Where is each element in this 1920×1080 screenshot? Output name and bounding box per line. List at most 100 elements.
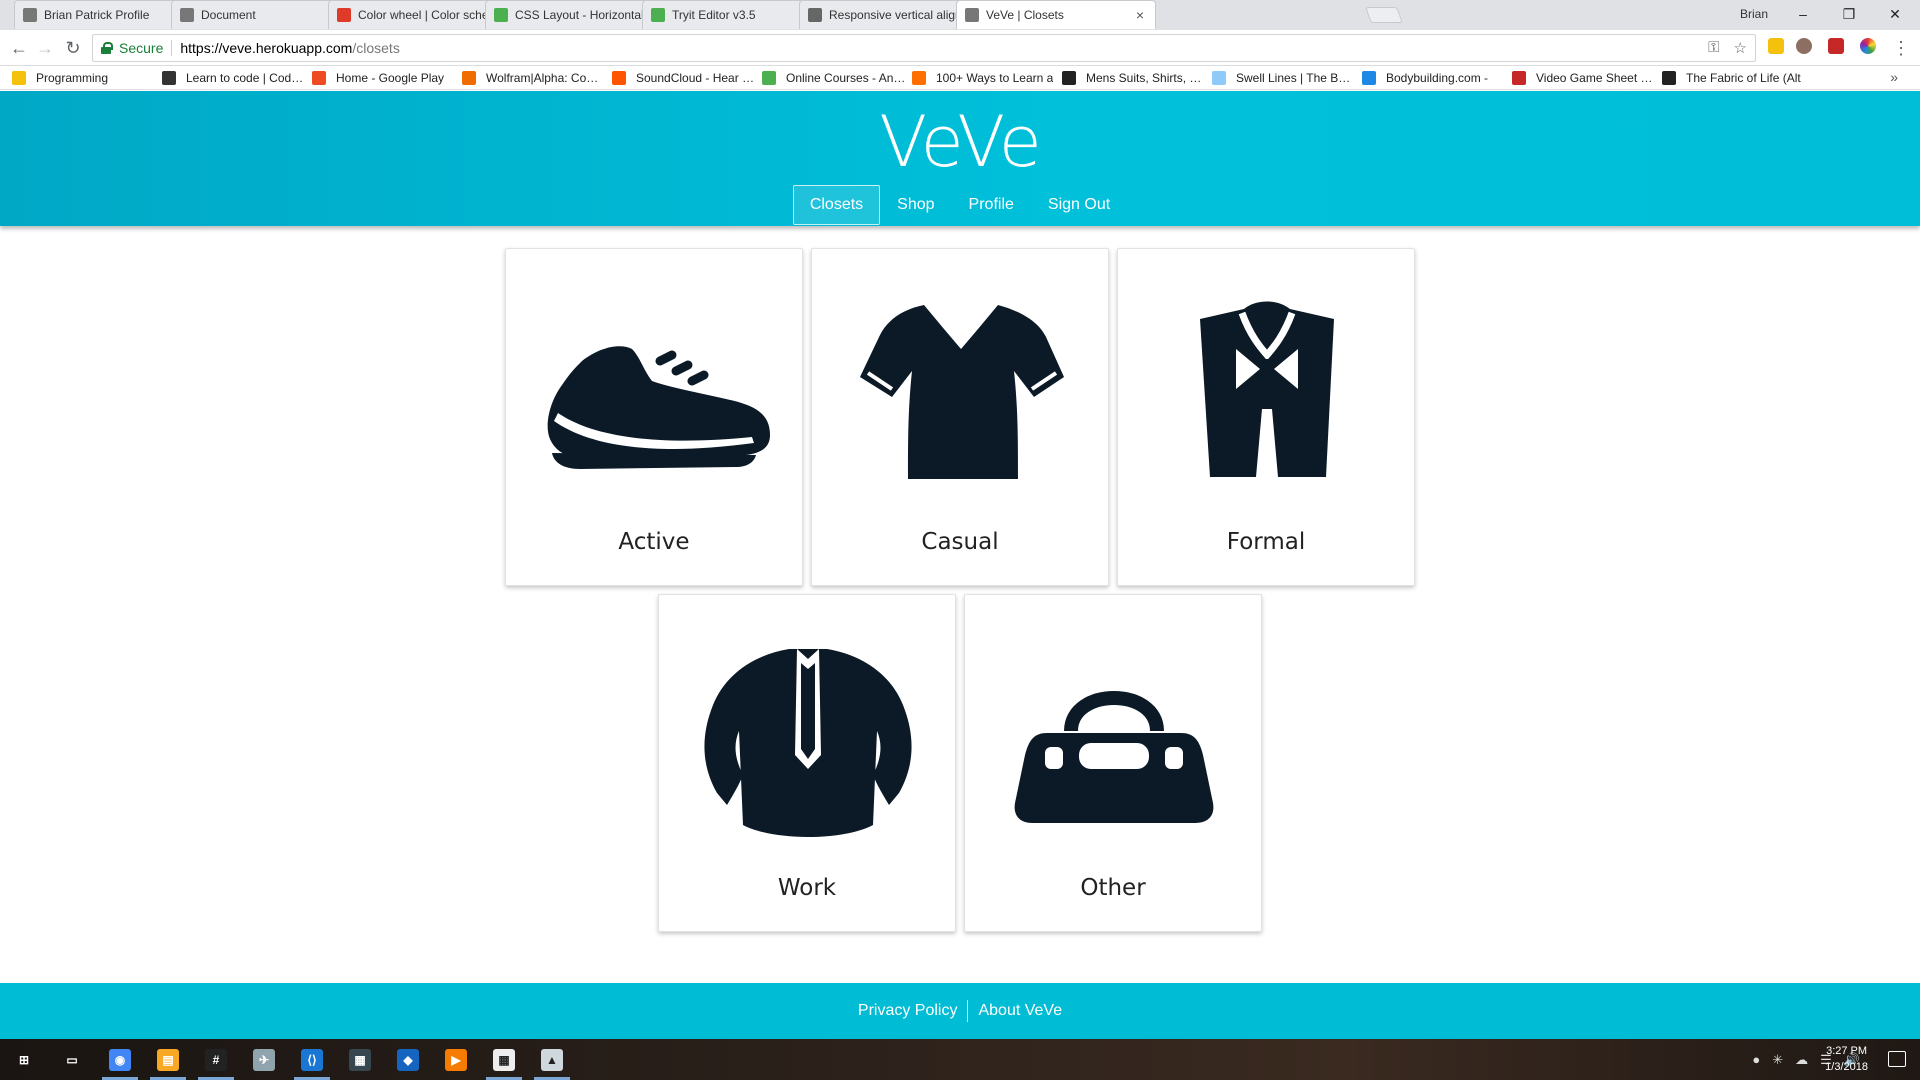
site-logo[interactable]: VeVe — [0, 101, 1920, 183]
browser-tab-strip: Brian – ❐ ✕ Brian Patrick Profile × Docume… — [0, 0, 1920, 30]
nav-sign-out[interactable]: Sign Out — [1031, 185, 1127, 225]
bookmark-item[interactable]: Programming — [12, 70, 162, 85]
close-window-button[interactable]: ✕ — [1872, 0, 1918, 28]
system-clock[interactable]: 3:27 PM 1/3/2018 — [1825, 1043, 1868, 1075]
bookmark-favicon — [162, 70, 176, 85]
tab-title: Brian Patrick Profile — [44, 8, 150, 22]
action-center-icon[interactable] — [1888, 1051, 1906, 1067]
taskbar-app[interactable]: ▤ — [144, 1039, 192, 1080]
page-icon — [180, 8, 194, 22]
closet-card-other[interactable]: Other — [964, 594, 1262, 932]
restore-button[interactable]: ❐ — [1826, 0, 1872, 28]
tray-icon[interactable]: ☁ — [1795, 1052, 1808, 1068]
nav-closets[interactable]: Closets — [792, 185, 881, 225]
tab-title: Responsive vertical align — [829, 8, 962, 22]
closet-label: Other — [1080, 875, 1146, 901]
taskbar-app[interactable]: ◆ — [384, 1039, 432, 1080]
page-icon — [23, 8, 37, 22]
tray-icon[interactable]: ● — [1752, 1052, 1760, 1067]
bookmark-item[interactable]: Online Courses - Anytime — [762, 70, 912, 85]
omnibox-divider — [171, 40, 173, 56]
ublock-icon[interactable] — [1828, 38, 1844, 54]
ssms-icon: ▦ — [349, 1048, 371, 1071]
taskbar-app[interactable]: ◉ — [96, 1039, 144, 1080]
bookmark-item[interactable]: Learn to code | Codecademy — [162, 70, 312, 85]
clock-date: 1/3/2018 — [1825, 1061, 1868, 1073]
page-icon — [965, 8, 979, 22]
reload-icon[interactable]: ↻ — [62, 37, 84, 59]
taskbar-app[interactable]: ▲ — [528, 1039, 576, 1080]
bookmark-favicon — [612, 70, 626, 85]
tab-title: Document — [201, 8, 256, 22]
nav-shop[interactable]: Shop — [880, 185, 951, 225]
taskbar-app[interactable]: ▦ — [336, 1039, 384, 1080]
back-icon[interactable]: ← — [8, 37, 30, 59]
omnibox-actions: ⚿ ☆ — [1708, 39, 1747, 57]
bookmark-item[interactable]: 100+ Ways to Learn a — [912, 70, 1062, 85]
sneaker-icon — [547, 346, 770, 469]
bookmark-item[interactable]: Video Game Sheet Music — [1512, 70, 1662, 85]
tab-title: CSS Layout - Horizontal & Vertical — [515, 8, 662, 22]
bookmark-item[interactable]: Wolfram|Alpha: Computational — [462, 70, 612, 85]
taskbar-app[interactable]: ▶ — [432, 1039, 480, 1080]
bookmark-item[interactable]: Bodybuilding.com - — [1362, 70, 1512, 85]
key-icon[interactable]: ⚿ — [1708, 39, 1719, 57]
bookmark-item[interactable]: Swell Lines | The Body — [1212, 70, 1362, 85]
bookmarks-bar: Programming Learn to code | Codecademy Hom… — [0, 66, 1920, 90]
footer-divider — [967, 1000, 969, 1022]
handbag-icon — [1014, 691, 1214, 823]
bookmark-item[interactable]: SoundCloud - Hear the world — [612, 70, 762, 85]
folder-icon — [12, 70, 26, 85]
browser-tab[interactable]: VeVe | Closets × — [956, 0, 1156, 29]
closet-card-formal[interactable]: Formal — [1117, 248, 1415, 586]
browser-toolbar: ← → ↻ Secure https://veve.herokuapp.com/… — [0, 30, 1920, 66]
lock-icon — [101, 42, 113, 54]
menu-icon[interactable]: ⋮ — [1890, 37, 1912, 59]
nav-profile[interactable]: Profile — [952, 185, 1031, 225]
close-tab-icon[interactable]: × — [1133, 7, 1147, 23]
bookmark-label: 100+ Ways to Learn a — [936, 70, 1054, 85]
color-picker-icon[interactable] — [1860, 38, 1876, 54]
privacy-policy-link[interactable]: Privacy Policy — [858, 1002, 958, 1020]
plex-icon: ▶ — [445, 1048, 467, 1071]
about-link[interactable]: About VeVe — [978, 1002, 1062, 1020]
bookmark-item[interactable]: Home - Google Play — [312, 70, 462, 85]
bookmark-item[interactable]: Mens Suits, Shirts, Pants — [1062, 70, 1212, 85]
url-text[interactable]: https://veve.herokuapp.com/closets — [180, 40, 399, 56]
closet-card-work[interactable]: Work — [658, 594, 956, 932]
taskbar-app[interactable]: ⟨⟩ — [288, 1039, 336, 1080]
new-tab-button[interactable] — [1365, 7, 1403, 23]
taskbar-app[interactable]: ▭ — [48, 1039, 96, 1080]
closet-card-casual[interactable]: Casual — [811, 248, 1109, 586]
tshirt-icon — [860, 305, 1064, 479]
minimize-button[interactable]: – — [1780, 0, 1826, 28]
tab-title: Color wheel | Color schemes — [358, 8, 505, 22]
profile-name[interactable]: Brian — [1740, 7, 1768, 21]
bookmark-favicon — [762, 70, 776, 85]
bookmarks-overflow-icon[interactable]: » — [1890, 69, 1898, 85]
taskbar-app[interactable]: ✈ — [240, 1039, 288, 1080]
star-icon[interactable]: ☆ — [1734, 39, 1747, 57]
extension-icon[interactable] — [1796, 38, 1812, 54]
bookmark-item[interactable]: The Fabric of Life (Alt — [1662, 70, 1812, 85]
bookmark-label: Bodybuilding.com - — [1386, 70, 1489, 85]
tray-icon[interactable]: ✳ — [1772, 1052, 1783, 1068]
site-footer: Privacy Policy About VeVe — [0, 983, 1920, 1039]
bookmark-label: The Fabric of Life (Alt — [1686, 70, 1801, 85]
w3-icon — [651, 8, 665, 22]
forward-icon[interactable]: → — [34, 37, 56, 59]
adobe-icon — [337, 8, 351, 22]
main-nav: Closets Shop Profile Sign Out — [0, 185, 1920, 225]
site-header: VeVe Closets Shop Profile Sign Out — [0, 91, 1920, 226]
taskbar-app[interactable]: ⊞ — [0, 1039, 48, 1080]
bookmark-favicon — [462, 70, 476, 85]
address-bar[interactable]: Secure https://veve.herokuapp.com/closet… — [92, 34, 1756, 62]
w3-icon — [494, 8, 508, 22]
closet-card-active[interactable]: Active — [505, 248, 803, 586]
taskbar-app[interactable]: # — [192, 1039, 240, 1080]
bookmark-label: Online Courses - Anytime — [786, 70, 906, 85]
taskbar-app[interactable]: ▦ — [480, 1039, 528, 1080]
photos-icon: ▲ — [541, 1048, 563, 1071]
extension-icon[interactable] — [1768, 38, 1784, 54]
bookmark-favicon — [1662, 70, 1676, 85]
